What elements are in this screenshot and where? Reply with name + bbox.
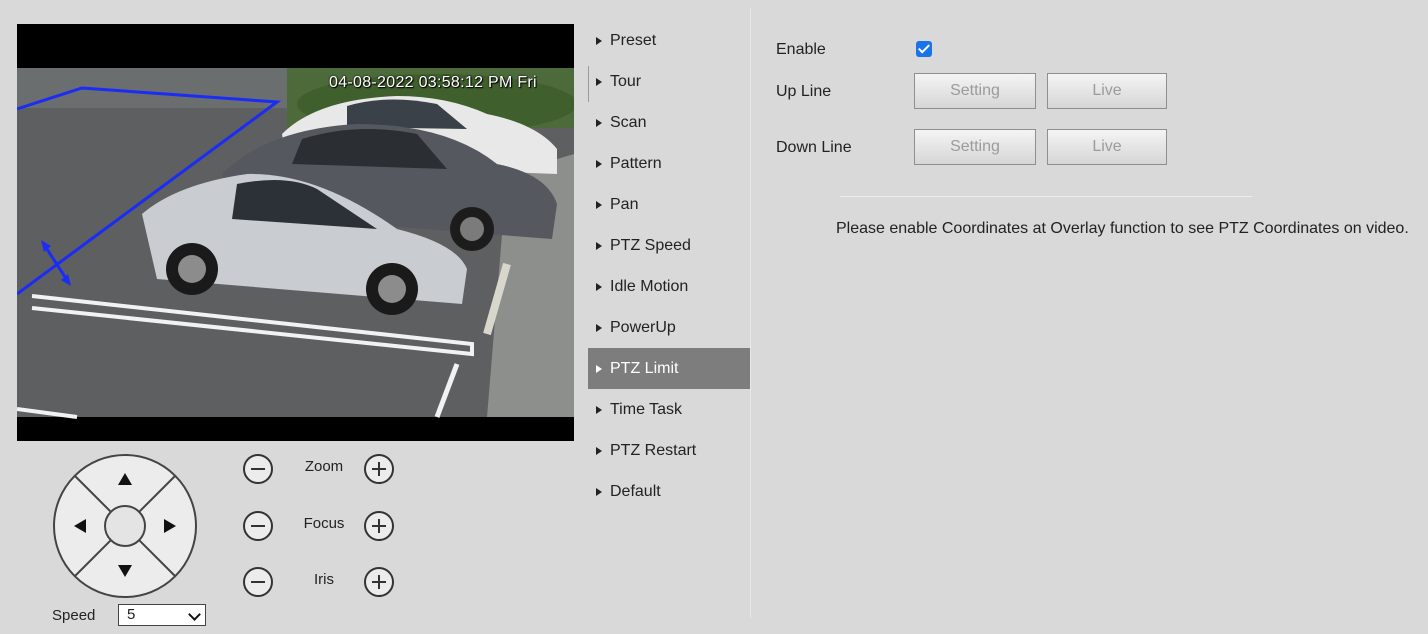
focus-label: Focus bbox=[303, 515, 345, 532]
down-line-setting-button[interactable]: Setting bbox=[914, 129, 1036, 165]
ptz-direction-pad bbox=[52, 453, 198, 599]
center-button[interactable] bbox=[104, 505, 146, 547]
zoom-control: Zoom bbox=[240, 452, 420, 492]
panel-divider bbox=[750, 8, 751, 618]
triangle-right-icon bbox=[596, 446, 602, 455]
menu-item-time-task[interactable]: Time Task bbox=[588, 389, 750, 430]
menu-item-label: Time Task bbox=[610, 401, 683, 418]
down-line-label: Down Line bbox=[776, 139, 852, 156]
chevron-down-icon bbox=[188, 608, 201, 621]
menu-item-tour[interactable]: Tour bbox=[588, 61, 750, 102]
menu-item-preset[interactable]: Preset bbox=[588, 20, 750, 61]
zoom-out-button[interactable] bbox=[243, 454, 273, 484]
menu-item-label: Idle Motion bbox=[610, 278, 689, 295]
menu-item-ptz-speed[interactable]: PTZ Speed bbox=[588, 225, 750, 266]
menu-item-ptz-restart[interactable]: PTZ Restart bbox=[588, 430, 750, 471]
speed-value: 5 bbox=[127, 606, 136, 623]
triangle-right-icon bbox=[596, 77, 602, 86]
triangle-right-icon bbox=[596, 36, 602, 45]
zoom-label: Zoom bbox=[304, 458, 344, 475]
up-line-setting-button[interactable]: Setting bbox=[914, 73, 1036, 109]
triangle-right-icon bbox=[596, 282, 602, 291]
triangle-right-icon bbox=[596, 323, 602, 332]
enable-label: Enable bbox=[776, 41, 826, 58]
menu-item-label: PTZ Limit bbox=[610, 360, 679, 377]
section-divider bbox=[840, 196, 1252, 197]
triangle-right-icon bbox=[596, 118, 602, 127]
menu-item-label: Preset bbox=[610, 32, 657, 49]
ptz-function-menu: Preset Tour Scan Pattern Pan PTZ Speed I… bbox=[588, 20, 750, 512]
menu-item-label: Tour bbox=[610, 73, 642, 90]
speed-label: Speed bbox=[52, 607, 96, 624]
up-line-live-button[interactable]: Live bbox=[1047, 73, 1167, 109]
iris-close-button[interactable] bbox=[243, 567, 273, 597]
enable-checkbox[interactable] bbox=[916, 41, 932, 57]
menu-item-ptz-limit[interactable]: PTZ Limit bbox=[588, 348, 750, 389]
menu-item-label: Default bbox=[610, 483, 661, 500]
menu-item-pan[interactable]: Pan bbox=[588, 184, 750, 225]
menu-item-idle-motion[interactable]: Idle Motion bbox=[588, 266, 750, 307]
menu-item-label: PTZ Restart bbox=[610, 442, 697, 459]
menu-item-label: Pattern bbox=[610, 155, 662, 172]
iris-label: Iris bbox=[314, 571, 334, 588]
speed-select[interactable]: 5 bbox=[118, 604, 206, 626]
focus-control: Focus bbox=[240, 509, 420, 549]
video-timestamp: 04-08-2022 03:58:12 PM Fri bbox=[329, 74, 537, 91]
up-line-label: Up Line bbox=[776, 83, 832, 100]
triangle-right-icon bbox=[596, 487, 602, 496]
zoom-in-button[interactable] bbox=[364, 454, 394, 484]
triangle-right-icon bbox=[596, 159, 602, 168]
coordinates-note: Please enable Coordinates at Overlay fun… bbox=[836, 220, 1409, 237]
iris-open-button[interactable] bbox=[364, 567, 394, 597]
menu-item-label: Scan bbox=[610, 114, 647, 131]
menu-item-powerup[interactable]: PowerUp bbox=[588, 307, 750, 348]
triangle-right-icon bbox=[596, 364, 602, 373]
down-line-live-button[interactable]: Live bbox=[1047, 129, 1167, 165]
iris-control: Iris bbox=[240, 565, 420, 605]
triangle-right-icon bbox=[596, 405, 602, 414]
focus-out-button[interactable] bbox=[243, 511, 273, 541]
menu-item-scan[interactable]: Scan bbox=[588, 102, 750, 143]
menu-item-label: Pan bbox=[610, 196, 639, 213]
triangle-right-icon bbox=[596, 200, 602, 209]
video-preview[interactable]: 04-08-2022 03:58:12 PM Fri bbox=[17, 24, 574, 441]
focus-in-button[interactable] bbox=[364, 511, 394, 541]
menu-item-pattern[interactable]: Pattern bbox=[588, 143, 750, 184]
menu-item-label: PTZ Speed bbox=[610, 237, 691, 254]
menu-item-default[interactable]: Default bbox=[588, 471, 750, 512]
menu-item-label: PowerUp bbox=[610, 319, 676, 336]
triangle-right-icon bbox=[596, 241, 602, 250]
